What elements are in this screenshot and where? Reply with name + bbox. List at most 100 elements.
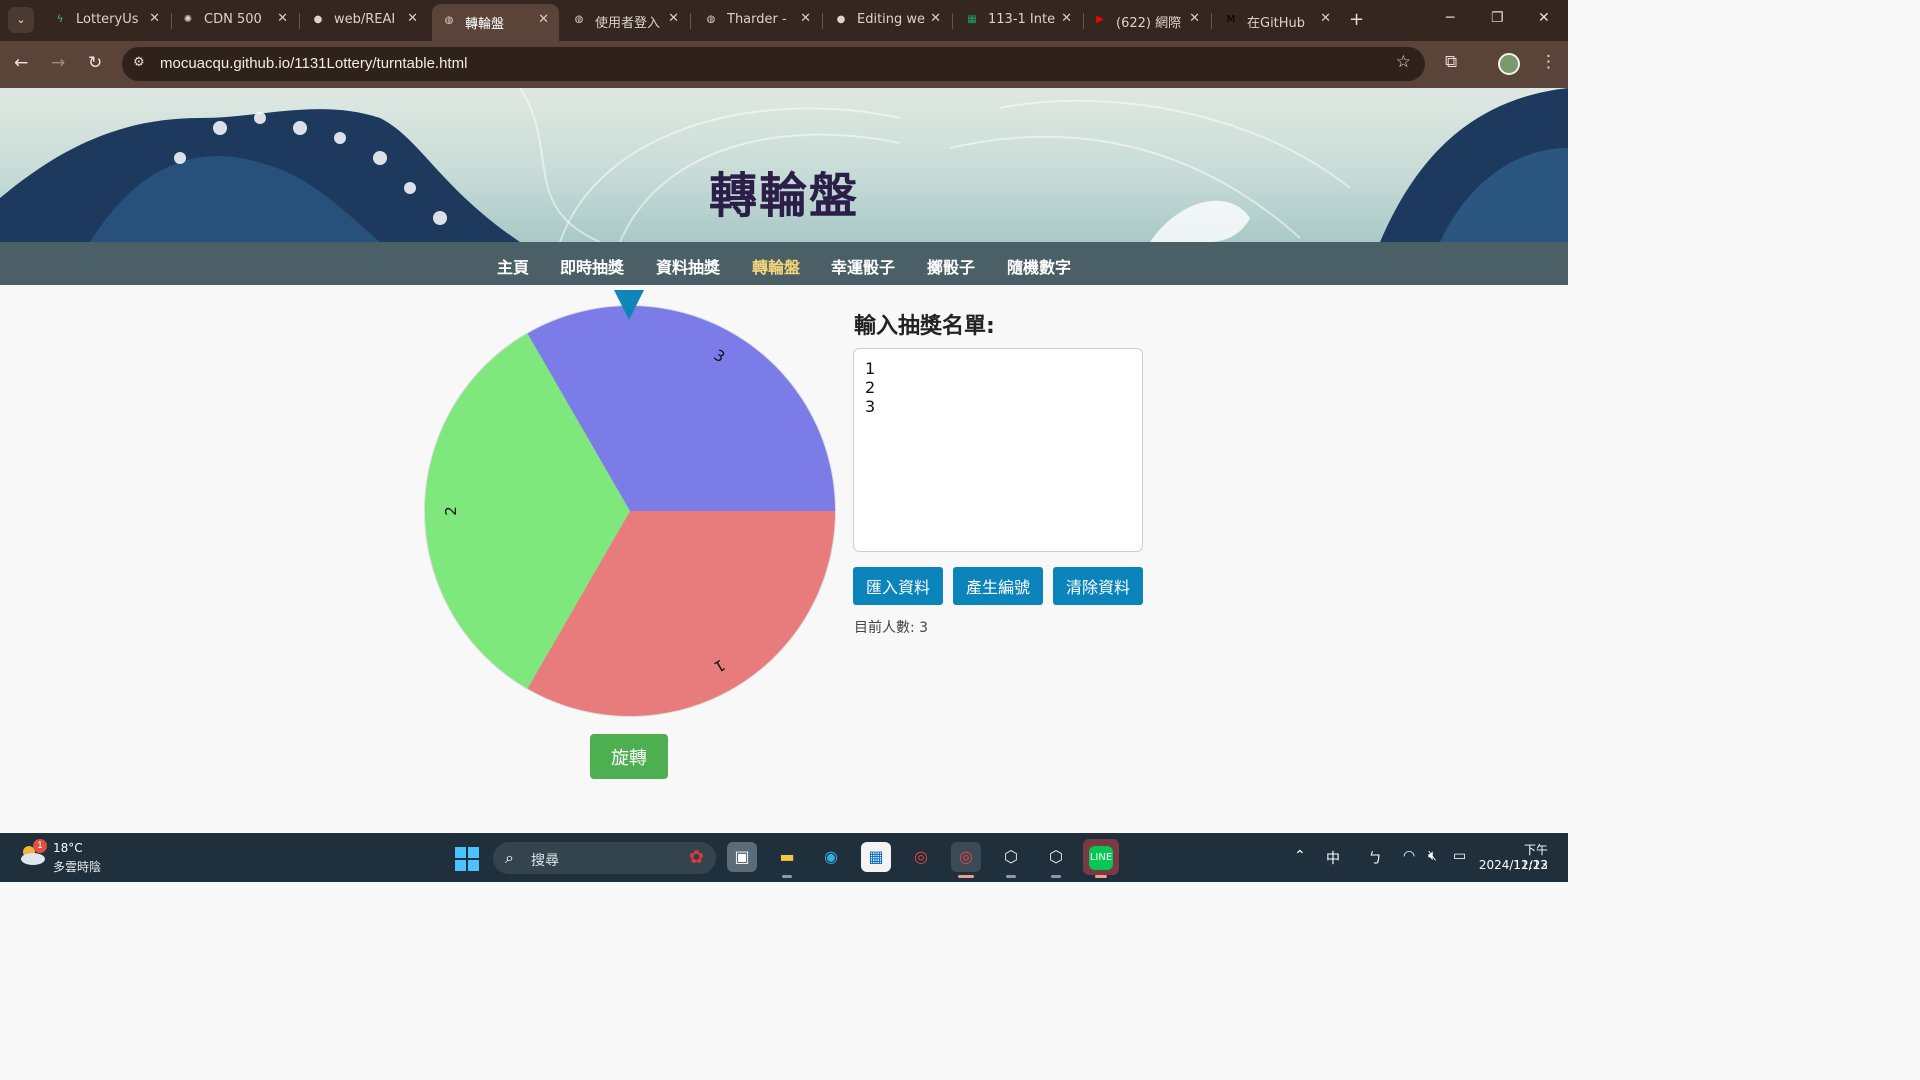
browser-tab[interactable]: ◍ 使用者登入 ✕ xyxy=(562,6,689,35)
clock-date[interactable]: 2024/12/12 xyxy=(1478,858,1548,872)
close-window-icon[interactable]: ✕ xyxy=(1538,10,1550,26)
new-tab-icon[interactable]: + xyxy=(1349,9,1364,30)
weather-badge: 1 xyxy=(33,839,47,853)
search-icon: ⌕ xyxy=(505,848,514,867)
address-bar[interactable]: ⚙ mocuacqu.github.io/1131Lottery/turntab… xyxy=(122,47,1425,81)
close-tab-icon[interactable]: ✕ xyxy=(930,11,941,26)
tab-search-dropdown-icon[interactable]: ⌄ xyxy=(8,7,34,33)
bolt-icon: ϟ xyxy=(56,14,64,25)
browser-toolbar: ← → ↻ ⚙ mocuacqu.github.io/1131Lottery/t… xyxy=(0,41,1568,88)
browser-tab[interactable]: ϟ LotteryUs ✕ xyxy=(43,6,170,35)
minimize-icon[interactable]: ─ xyxy=(1446,10,1454,26)
site-settings-icon[interactable]: ⚙ xyxy=(133,55,145,70)
browser-menu-icon[interactable]: ⋮ xyxy=(1540,52,1557,72)
hero-banner: 轉輪盤 xyxy=(0,88,1568,242)
name-list-textarea[interactable]: 1 2 3 xyxy=(853,348,1143,552)
close-tab-icon[interactable]: ✕ xyxy=(1061,11,1072,26)
openai-icon: ✺ xyxy=(183,14,193,25)
browser-tab[interactable]: M 在GitHub ✕ xyxy=(1214,6,1341,35)
nav-link[interactable]: 即時抽獎 xyxy=(560,254,624,278)
youtube-icon: ▶ xyxy=(1096,14,1104,25)
ime-bopomofo[interactable]: ㄅ xyxy=(1368,848,1382,868)
turntable-wheel[interactable]: 123 xyxy=(422,288,842,720)
volume-muted-icon[interactable]: 🔇︎ xyxy=(1428,848,1437,864)
tab-separator xyxy=(822,13,823,29)
close-tab-icon[interactable]: ✕ xyxy=(538,12,549,27)
bookmark-star-icon[interactable]: ☆ xyxy=(1396,52,1411,72)
restore-icon[interactable]: ❐ xyxy=(1491,10,1504,26)
url-text[interactable]: mocuacqu.github.io/1131Lottery/turntable… xyxy=(160,55,467,72)
participant-count: 目前人數: 3 xyxy=(854,620,929,636)
tab-title: LotteryUs xyxy=(76,12,139,27)
chrome-icon[interactable]: ◎ xyxy=(906,842,936,872)
browser-tab[interactable]: ▶ (622) 網際 ✕ xyxy=(1083,6,1210,35)
close-tab-icon[interactable]: ✕ xyxy=(149,11,160,26)
unity-editor-icon[interactable]: ⬡ xyxy=(1041,842,1071,872)
close-tab-icon[interactable]: ✕ xyxy=(277,11,288,26)
tab-separator xyxy=(690,13,691,29)
search-highlight-icon: ✿ xyxy=(688,847,704,868)
tab-separator xyxy=(299,13,300,29)
nav-link[interactable]: 資料抽獎 xyxy=(656,254,720,278)
file-explorer-icon[interactable]: ▬ xyxy=(772,842,802,872)
browser-tab[interactable]: ● Editing we ✕ xyxy=(824,6,951,35)
windows-taskbar: 1 18°C 多雲時陰 ⌕ 搜尋 ✿ ▣ ▬ ◉ ▦ ◎ ◎ ⬡ ⬡ LINE … xyxy=(0,833,1568,882)
battery-icon[interactable]: ▭ xyxy=(1453,848,1466,864)
temperature-text[interactable]: 18°C xyxy=(53,841,83,855)
nav-link[interactable]: 主頁 xyxy=(497,254,529,278)
wifi-icon[interactable]: ◠ xyxy=(1403,848,1415,864)
reload-icon[interactable]: ↻ xyxy=(88,53,102,73)
unity-hub-icon[interactable]: ⬡ xyxy=(996,842,1026,872)
tab-separator xyxy=(1211,13,1212,29)
tray-overflow-icon[interactable]: ⌃ xyxy=(1294,848,1306,864)
task-view-icon[interactable]: ▣ xyxy=(727,842,757,872)
start-windows-icon[interactable] xyxy=(455,847,479,871)
line-indicator xyxy=(1095,875,1107,878)
tab-separator xyxy=(952,13,953,29)
profile-avatar[interactable] xyxy=(1498,53,1520,75)
store-icon[interactable]: ▦ xyxy=(861,842,891,872)
extensions-icon[interactable]: ⧉ xyxy=(1445,52,1457,72)
nav-link[interactable]: 轉輪盤 xyxy=(752,254,800,278)
chrome-active-indicator xyxy=(958,875,974,878)
sheets-icon: ▦ xyxy=(967,14,977,25)
github-icon: ● xyxy=(836,14,846,25)
browser-tab[interactable]: ▦ 113-1 Inte ✕ xyxy=(955,6,1082,35)
explorer-indicator xyxy=(782,875,792,878)
tab-title: 使用者登入 xyxy=(595,16,661,31)
taskbar-search[interactable]: ⌕ 搜尋 ✿ xyxy=(493,842,716,874)
close-tab-icon[interactable]: ✕ xyxy=(407,11,418,26)
line-app-icon[interactable]: LINE xyxy=(1083,839,1119,875)
browser-tab[interactable]: ● web/REAI ✕ xyxy=(301,6,428,35)
browser-tab-bar: ⌄ ϟ LotteryUs ✕ ✺ CDN 500 ✕ ● web/REAI ✕ ◍ 轉輪盤 ✕ ◍ 使用… xyxy=(0,0,1568,41)
close-tab-icon[interactable]: ✕ xyxy=(800,11,811,26)
nav-link[interactable]: 幸運骰子 xyxy=(831,254,895,278)
medium-icon: M xyxy=(1226,14,1236,25)
tab-title: Editing we xyxy=(857,12,926,27)
tab-title: (622) 網際 xyxy=(1116,16,1182,31)
nav-link[interactable]: 擲骰子 xyxy=(927,254,975,278)
back-icon[interactable]: ← xyxy=(14,53,28,73)
globe-icon: ◍ xyxy=(574,14,584,25)
ime-mode[interactable]: 中 xyxy=(1326,848,1340,868)
close-tab-icon[interactable]: ✕ xyxy=(668,11,679,26)
weather-text[interactable]: 多雲時陰 xyxy=(53,858,101,875)
wheel-label-2: 2 xyxy=(442,506,460,516)
clear-data-button[interactable]: 清除資料 xyxy=(1053,567,1143,605)
forward-icon[interactable]: → xyxy=(51,53,65,73)
browser-tab[interactable]: ✺ CDN 500 ✕ xyxy=(171,6,298,35)
browser-tab[interactable]: ◍ 轉輪盤 ✕ xyxy=(432,4,559,41)
spin-button[interactable]: 旋轉 xyxy=(590,734,668,779)
chrome-profile-icon[interactable]: ◎ xyxy=(951,842,981,872)
close-tab-icon[interactable]: ✕ xyxy=(1189,11,1200,26)
browser-tab[interactable]: ◍ Tharder - ✕ xyxy=(694,6,821,35)
unity-indicator xyxy=(1006,875,1016,878)
unity2-indicator xyxy=(1051,875,1061,878)
generate-number-button[interactable]: 產生編號 xyxy=(953,567,1043,605)
nav-link[interactable]: 隨機數字 xyxy=(1007,254,1071,278)
page-title: 轉輪盤 xyxy=(708,168,859,224)
globe-icon: ◍ xyxy=(706,14,716,25)
import-data-button[interactable]: 匯入資料 xyxy=(853,567,943,605)
edge-icon[interactable]: ◉ xyxy=(816,842,846,872)
close-tab-icon[interactable]: ✕ xyxy=(1320,11,1331,26)
